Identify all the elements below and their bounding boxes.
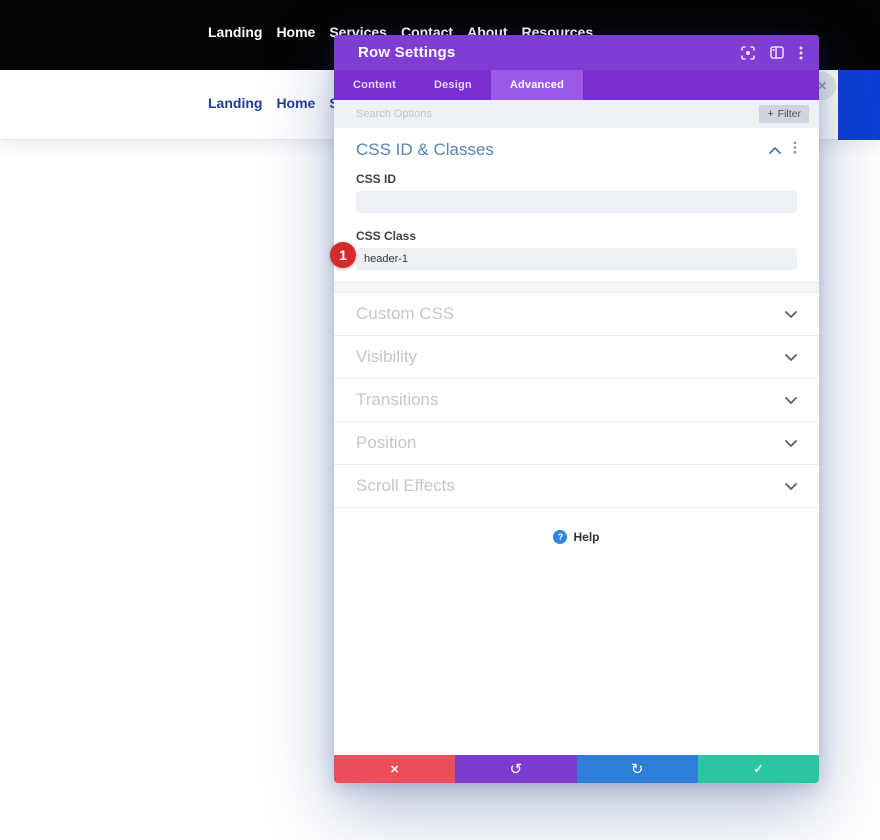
page: Landing Home Services Contact About Reso… xyxy=(0,0,880,840)
header-blue-block xyxy=(838,70,880,140)
css-class-input[interactable] xyxy=(356,248,797,270)
section-kebab-icon[interactable] xyxy=(793,141,797,159)
chevron-down-icon xyxy=(785,483,797,490)
top-nav-item-landing[interactable]: Landing xyxy=(208,22,262,42)
sub-nav-item-landing[interactable]: Landing xyxy=(208,93,262,113)
chevron-up-icon[interactable] xyxy=(769,147,781,154)
help-link[interactable]: ? Help xyxy=(553,530,599,544)
chevron-down-icon xyxy=(785,440,797,447)
chevron-down-icon xyxy=(785,354,797,361)
top-nav-item-home[interactable]: Home xyxy=(276,22,315,42)
plus-icon: + xyxy=(767,109,773,120)
close-x-icon: ✕ xyxy=(390,763,399,776)
section-visibility-title: Visibility xyxy=(356,347,417,367)
section-transitions[interactable]: Transitions xyxy=(334,379,819,422)
annotation-badge-1: 1 xyxy=(330,242,356,268)
modal-footer: ✕ ↺ ↻ ✓ xyxy=(334,755,819,783)
section-scroll-effects[interactable]: Scroll Effects xyxy=(334,465,819,508)
css-id-classes-header[interactable]: CSS ID & Classes xyxy=(356,140,797,160)
section-custom-css-title: Custom CSS xyxy=(356,304,454,324)
css-id-input[interactable] xyxy=(356,191,797,213)
kebab-menu-icon[interactable] xyxy=(799,46,803,60)
filter-button[interactable]: + Filter xyxy=(759,105,809,123)
modal-header-icons xyxy=(741,46,803,60)
css-id-field-group: CSS ID xyxy=(356,172,797,213)
tab-advanced[interactable]: Advanced xyxy=(491,70,583,100)
row-settings-modal: Row Settings xyxy=(334,35,819,783)
modal-content: CSS ID & Classes xyxy=(334,128,819,755)
chevron-down-icon xyxy=(785,311,797,318)
modal-title: Row Settings xyxy=(358,44,455,61)
discard-button[interactable]: ✕ xyxy=(334,755,455,783)
tab-content[interactable]: Content xyxy=(334,70,415,100)
options-search-bar: + Filter xyxy=(334,100,819,128)
css-class-field-group: CSS Class xyxy=(356,229,797,270)
search-options-input[interactable] xyxy=(356,108,759,120)
modal-header[interactable]: Row Settings xyxy=(334,35,819,70)
modal-tabbar: Content Design Advanced xyxy=(334,70,819,100)
section-scroll-effects-title: Scroll Effects xyxy=(356,476,455,496)
section-position-title: Position xyxy=(356,433,416,453)
css-id-classes-title: CSS ID & Classes xyxy=(356,140,494,160)
content-filler xyxy=(334,566,819,755)
redo-button[interactable]: ↻ xyxy=(577,755,698,783)
filter-button-label: Filter xyxy=(778,108,801,120)
hover-mode-icon[interactable] xyxy=(741,46,755,60)
redo-icon: ↻ xyxy=(631,760,644,778)
section-custom-css[interactable]: Custom CSS xyxy=(334,293,819,336)
tab-design[interactable]: Design xyxy=(415,70,491,100)
section-visibility[interactable]: Visibility xyxy=(334,336,819,379)
css-section-controls xyxy=(769,141,797,159)
section-position[interactable]: Position xyxy=(334,422,819,465)
help-label: Help xyxy=(573,530,599,544)
section-divider xyxy=(334,282,819,293)
css-id-label: CSS ID xyxy=(356,172,797,186)
help-row: ? Help xyxy=(334,508,819,566)
check-icon: ✓ xyxy=(753,762,763,776)
help-question-icon: ? xyxy=(553,530,567,544)
css-id-classes-section: CSS ID & Classes xyxy=(334,128,819,282)
chevron-down-icon xyxy=(785,397,797,404)
undo-button[interactable]: ↺ xyxy=(455,755,576,783)
section-transitions-title: Transitions xyxy=(356,390,439,410)
css-class-label: CSS Class xyxy=(356,229,797,243)
sub-nav-item-home[interactable]: Home xyxy=(276,93,315,113)
save-button[interactable]: ✓ xyxy=(698,755,819,783)
layout-columns-icon[interactable] xyxy=(770,46,784,59)
undo-icon: ↺ xyxy=(510,760,523,778)
